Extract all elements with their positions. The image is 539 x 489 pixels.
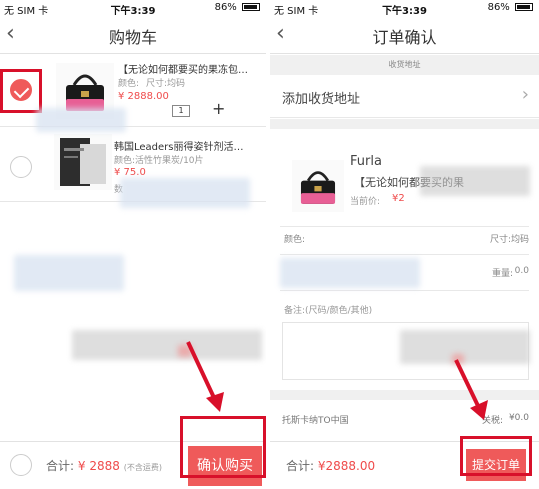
mask-pack-icon bbox=[60, 138, 106, 186]
product-image bbox=[292, 160, 344, 212]
product-name[interactable]: 【无论如何都要买的果冻包… bbox=[118, 61, 258, 76]
current-price-label: 当前价: bbox=[350, 197, 381, 207]
chevron-right-icon: › bbox=[521, 84, 529, 105]
blur-overlay bbox=[400, 330, 530, 364]
total-amount: ¥ 2888 bbox=[77, 459, 120, 473]
battery-icon bbox=[242, 3, 260, 11]
total-note: (不含运费) bbox=[123, 463, 162, 472]
cart-total: 合计: ¥ 2888 (不含运费) bbox=[46, 457, 162, 474]
total-label: 合计: bbox=[46, 459, 75, 473]
nav-bar: ‹ 购物车 bbox=[0, 16, 266, 54]
order-total: 合计: ¥2888.00 bbox=[286, 457, 375, 474]
blur-overlay bbox=[72, 330, 262, 360]
status-bar: 无 SIM 卡 下午3:39 86% bbox=[0, 0, 266, 17]
item-checkbox[interactable] bbox=[10, 156, 32, 178]
order-screen: 无 SIM 卡 下午3:39 86% ‹ 订单确认 收货地址 添加收货地址 › … bbox=[270, 0, 539, 489]
battery-indicator: 86% bbox=[488, 2, 533, 13]
page-title: 购物车 bbox=[108, 28, 157, 47]
product-price: ¥ 75.0 bbox=[114, 167, 146, 178]
total-amount: ¥2888.00 bbox=[317, 459, 376, 473]
blur-overlay bbox=[120, 178, 250, 208]
weight-value: 0.0 bbox=[514, 266, 529, 276]
product-image[interactable] bbox=[54, 134, 112, 190]
product-size: 尺寸:均码 bbox=[146, 79, 186, 89]
tax-value: ¥0.0 bbox=[508, 413, 529, 423]
blur-overlay bbox=[452, 354, 464, 364]
battery-percent: 86% bbox=[487, 2, 510, 13]
handbag-icon bbox=[300, 171, 336, 204]
highlight-box bbox=[0, 69, 42, 113]
blur-overlay bbox=[36, 108, 126, 132]
product-brand: Furla bbox=[350, 154, 382, 169]
quantity-field[interactable]: 1 bbox=[172, 105, 190, 117]
section-spacer bbox=[270, 390, 539, 400]
product-name[interactable]: 韩国Leaders丽得姿针剂活… bbox=[114, 138, 260, 153]
product-color: 颜色: bbox=[118, 79, 140, 89]
blur-overlay bbox=[280, 258, 420, 288]
blur-overlay bbox=[420, 166, 530, 196]
size-label: 尺寸:均码 bbox=[489, 235, 529, 245]
product-color: 颜色:活性竹果炭/10片 bbox=[114, 156, 204, 166]
product-price: ¥ 2888.00 bbox=[118, 91, 169, 102]
cart-screen: 无 SIM 卡 下午3:39 86% ‹ 购物车 【无论如何都要买的果冻包… 颜… bbox=[0, 0, 266, 489]
nav-bar: ‹ 订单确认 bbox=[270, 16, 539, 54]
divider bbox=[280, 290, 529, 291]
shipping-route: 托斯卡纳TO中国 bbox=[282, 416, 349, 426]
total-label: 合计: bbox=[286, 459, 315, 473]
select-all-checkbox[interactable] bbox=[10, 454, 32, 476]
add-address-label: 添加收货地址 bbox=[282, 92, 361, 107]
current-price-value: ¥2 bbox=[392, 193, 405, 204]
highlight-box bbox=[180, 416, 266, 478]
color-label: 颜色: bbox=[284, 235, 306, 245]
blur-overlay bbox=[14, 255, 124, 291]
divider bbox=[280, 226, 529, 227]
highlight-box bbox=[460, 436, 532, 476]
weight-label: 重量: bbox=[491, 269, 513, 279]
status-bar: 无 SIM 卡 下午3:39 86% bbox=[270, 0, 539, 17]
battery-indicator: 86% bbox=[215, 2, 260, 13]
section-spacer bbox=[270, 119, 539, 129]
blur-overlay bbox=[178, 345, 192, 357]
battery-percent: 86% bbox=[214, 2, 237, 13]
address-section-header: 收货地址 bbox=[270, 55, 539, 75]
page-title: 订单确认 bbox=[372, 28, 437, 47]
battery-icon bbox=[515, 3, 533, 11]
divider bbox=[280, 254, 529, 255]
tax-label: 关税: bbox=[481, 416, 503, 426]
remark-placeholder: 备注:(尺码/颜色/其他) bbox=[284, 306, 373, 316]
plus-icon[interactable]: + bbox=[212, 99, 225, 118]
add-address-row[interactable]: 添加收货地址 › bbox=[270, 76, 539, 118]
